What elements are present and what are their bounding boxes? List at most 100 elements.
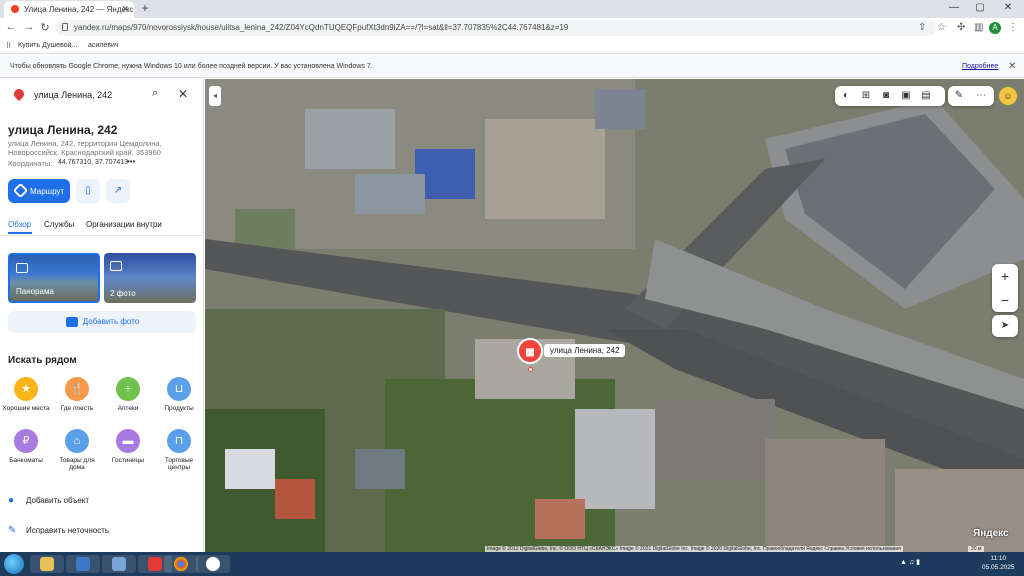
satellite-map[interactable] xyxy=(205,79,1024,552)
coordinates-label: Координаты: xyxy=(8,159,53,168)
pharmacy-cross-icon: + xyxy=(116,377,140,401)
explorer-icon xyxy=(40,557,54,571)
category-pharmacy[interactable]: + Аптеки xyxy=(103,377,153,412)
map-tools: ✎ ⋯ xyxy=(948,86,994,106)
route-icon xyxy=(12,182,29,199)
category-label: Хорошие места xyxy=(2,405,50,412)
layers-icon[interactable]: ◐ xyxy=(839,89,853,103)
coordinates-value[interactable]: 44.767310, 37.707413 xyxy=(58,159,128,166)
coordinates-more-icon[interactable]: ••• xyxy=(127,157,135,166)
bookmark-star-icon[interactable]: ☆ xyxy=(937,22,946,33)
category-label: Гостиницы xyxy=(111,457,145,464)
category-good-places[interactable]: ★ Хорошие места xyxy=(1,377,51,412)
start-button[interactable] xyxy=(4,554,24,574)
bookmark-item[interactable]: асилевич xyxy=(88,42,119,49)
clock[interactable]: 11:10 05.05.2025 xyxy=(982,554,1015,572)
navigation-arrow-icon: ➤ xyxy=(1000,320,1010,331)
fork-knife-icon: 🍴 xyxy=(65,377,89,401)
photos-mode-icon[interactable]: ◙ xyxy=(879,89,893,103)
search-value: улица Ленина, 242 xyxy=(34,90,113,100)
add-photo-button[interactable]: Добавить фото xyxy=(8,311,196,333)
basket-icon: ⊔ xyxy=(167,377,191,401)
shopping-bag-icon: ⊓ xyxy=(167,429,191,453)
tab-organizations[interactable]: Организации внутри xyxy=(86,220,162,229)
taskbar-app[interactable] xyxy=(102,555,136,573)
profile-avatar[interactable]: A xyxy=(989,22,1001,34)
building-icon: ▦ xyxy=(525,347,535,358)
traffic-icon[interactable]: ▤ xyxy=(919,89,933,103)
lock-icon xyxy=(62,23,68,31)
back-icon[interactable]: ← xyxy=(4,21,18,33)
place-marker[interactable]: ▦ xyxy=(517,338,543,364)
category-food[interactable]: 🍴 Где поесть xyxy=(52,377,102,412)
taskbar-chrome[interactable] xyxy=(164,555,198,573)
yandex-logo: Яндекс xyxy=(973,528,1009,539)
panorama-label: Панорама xyxy=(16,287,54,296)
address-bar[interactable]: yandex.ru/maps/970/novorossiysk/house/ul… xyxy=(56,20,936,36)
reload-icon[interactable]: ↻ xyxy=(38,21,52,34)
tabs-divider xyxy=(0,235,204,236)
tab-services[interactable]: Службы xyxy=(44,220,74,229)
ruble-icon: ₽ xyxy=(14,429,38,453)
category-atm[interactable]: ₽ Банкоматы xyxy=(1,429,51,464)
search-icon[interactable]: ⌕ xyxy=(152,87,158,100)
collapse-sidebar-button[interactable]: ◂ xyxy=(209,86,221,106)
browser-tab[interactable]: Улица Ленина, 242 — Яндекс К... ✕ xyxy=(4,1,134,18)
zoom-in-button[interactable]: + xyxy=(992,264,1018,288)
window-close-icon[interactable]: ✕ xyxy=(998,2,1018,13)
more-icon[interactable]: ⋯ xyxy=(974,89,988,103)
ruler-icon[interactable]: ✎ xyxy=(952,89,966,103)
browser-tab-bar: Улица Ленина, 242 — Яндекс К... ✕ + — ▢ … xyxy=(0,0,1024,18)
category-hotels[interactable]: ▬ Гостиницы xyxy=(103,429,153,464)
taskbar-explorer[interactable] xyxy=(30,555,64,573)
category-malls[interactable]: ⊓ Торговые центры xyxy=(154,429,204,471)
apps-icon[interactable]: ⠿ xyxy=(6,42,11,50)
place-marker-label[interactable]: улица Ленина, 242 xyxy=(544,344,626,357)
side-panel-icon[interactable]: ▥ xyxy=(974,22,983,33)
transit-icon[interactable]: ▣ xyxy=(899,89,913,103)
menu-icon[interactable]: ⋮ xyxy=(1008,22,1018,33)
tab-overview[interactable]: Обзор xyxy=(8,220,31,229)
category-home-goods[interactable]: ⌂ Товары для дома xyxy=(52,429,102,471)
add-place-icon: ● xyxy=(8,495,15,506)
taskbar-app[interactable] xyxy=(66,555,100,573)
search-input[interactable]: улица Ленина, 242 ⌕ ✕ xyxy=(8,85,196,107)
category-groceries[interactable]: ⊔ Продукты xyxy=(154,377,204,412)
yandex-browser-icon xyxy=(206,557,220,571)
route-button[interactable]: Маршрут xyxy=(8,179,70,203)
bookmark-button[interactable]: ▯ xyxy=(76,179,100,203)
new-tab-button[interactable]: + xyxy=(138,2,152,16)
maximize-icon[interactable]: ▢ xyxy=(970,2,990,13)
category-label: Аптеки xyxy=(117,405,139,412)
bookmark-item[interactable]: Купить Душевой... xyxy=(18,42,77,49)
yandex-icon xyxy=(148,557,162,571)
share-button[interactable]: ↗ xyxy=(106,179,130,203)
taskbar-yandex-browser[interactable] xyxy=(196,555,230,573)
add-object-link[interactable]: ● Добавить объект xyxy=(8,495,89,506)
user-avatar[interactable]: ☺ xyxy=(999,87,1017,105)
category-label: Где поесть xyxy=(60,405,94,412)
update-infobar: Чтобы обновлять Google Chrome, нужна Win… xyxy=(0,56,1024,78)
clear-search-icon[interactable]: ✕ xyxy=(178,87,188,101)
share-arrow-icon: ↗ xyxy=(113,185,123,196)
category-label: Продукты xyxy=(164,405,194,412)
bookmark-icon: ▯ xyxy=(85,185,91,196)
extensions-icon[interactable]: ✣ xyxy=(957,22,965,33)
locate-me-button[interactable]: ➤ xyxy=(992,315,1018,337)
system-tray[interactable]: ▲ ♫ ▮ xyxy=(900,558,920,566)
clock-date: 05.05.2025 xyxy=(982,564,1015,571)
tab-close-icon[interactable]: ✕ xyxy=(121,4,129,15)
pencil-icon: ✎ xyxy=(8,525,17,536)
panorama-mode-icon[interactable]: ⊞ xyxy=(859,89,873,103)
minimize-icon[interactable]: — xyxy=(944,2,964,13)
report-error-link[interactable]: ✎ Исправить неточность xyxy=(8,525,109,536)
trophy-icon: ★ xyxy=(14,377,38,401)
infobar-close-icon[interactable]: ✕ xyxy=(1008,61,1016,72)
panorama-thumbnail[interactable]: Панорама xyxy=(8,253,100,303)
infobar-more-link[interactable]: Подробнее xyxy=(962,63,998,70)
forward-icon[interactable]: → xyxy=(22,21,36,33)
zoom-control: + − xyxy=(992,264,1018,312)
photos-thumbnail[interactable]: 2 фото xyxy=(104,253,196,303)
zoom-out-button[interactable]: − xyxy=(992,288,1018,312)
share-icon[interactable]: ⇪ xyxy=(918,22,926,33)
